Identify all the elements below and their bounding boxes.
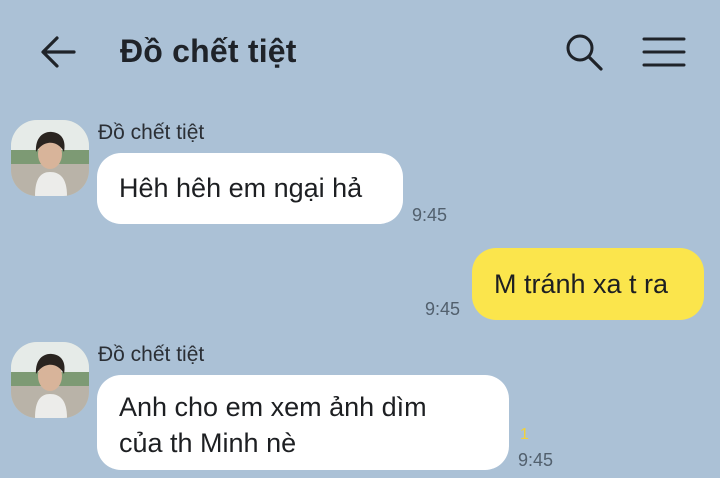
sender-avatar[interactable] [11,120,89,196]
message-time: 9:45 [518,450,554,470]
message-text: Hêh hêh em ngại hả [119,173,363,203]
message-time: 9:45 [412,205,448,225]
message-time: 9:45 [425,299,461,319]
message-bubble[interactable]: Hêh hêh em ngại hả [97,153,403,224]
message-bubble[interactable]: Anh cho em xem ảnh dìm của th Minh nè [97,375,509,470]
avatar-image [11,120,89,196]
message-text-line: Anh cho em xem ảnh dìm [119,392,427,422]
chat-title: Đồ chết tiệt [120,33,297,69]
avatar-image [11,342,89,418]
unread-count: 1 [520,426,529,443]
search-icon [566,34,603,71]
sender-name: Đồ chết tiệt [98,121,205,144]
message-text-line: của th Minh nè [119,428,297,458]
search-button[interactable] [562,30,606,74]
message-bubble[interactable]: M tránh xa t ra [472,248,704,320]
chat-header: Đồ chết tiệt [0,0,720,105]
sender-name: Đồ chết tiệt [98,343,205,366]
hamburger-menu-icon [642,37,686,67]
arrow-left-icon [41,36,76,68]
menu-button[interactable] [640,32,688,72]
back-button[interactable] [36,32,80,72]
message-text: M tránh xa t ra [494,269,669,299]
sender-avatar[interactable] [11,342,89,418]
